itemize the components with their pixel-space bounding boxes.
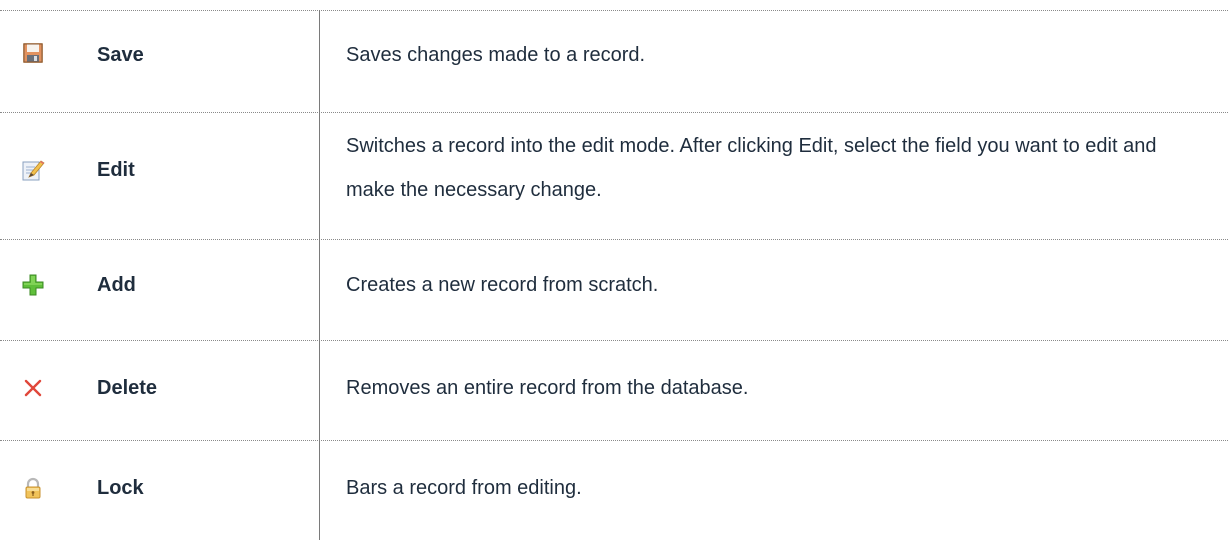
lock-icon	[21, 476, 45, 500]
table-row: Delete Removes an entire record from the…	[0, 340, 1228, 440]
table-row: Add Creates a new record from scratch.	[0, 239, 1228, 340]
row-description: Bars a record from editing.	[346, 477, 582, 499]
row-description: Saves changes made to a record.	[346, 44, 646, 66]
row-name: Save	[97, 44, 144, 66]
save-icon	[21, 41, 45, 65]
table-row: Edit Switches a record into the edit mod…	[0, 112, 1228, 239]
toolbar-buttons-table: Save Saves changes made to a record. Edi…	[0, 0, 1228, 540]
row-name: Add	[97, 274, 136, 296]
delete-icon	[21, 376, 45, 400]
add-icon	[21, 273, 45, 297]
table-row: Lock Bars a record from editing.	[0, 440, 1228, 540]
row-name: Edit	[97, 159, 135, 181]
row-description: Switches a record into the edit mode. Af…	[346, 135, 1157, 201]
edit-icon	[21, 158, 45, 182]
table-row: Save Saves changes made to a record.	[0, 10, 1228, 112]
row-name: Lock	[97, 477, 144, 499]
row-description: Removes an entire record from the databa…	[346, 377, 749, 399]
row-description: Creates a new record from scratch.	[346, 274, 659, 296]
row-name: Delete	[97, 377, 158, 399]
